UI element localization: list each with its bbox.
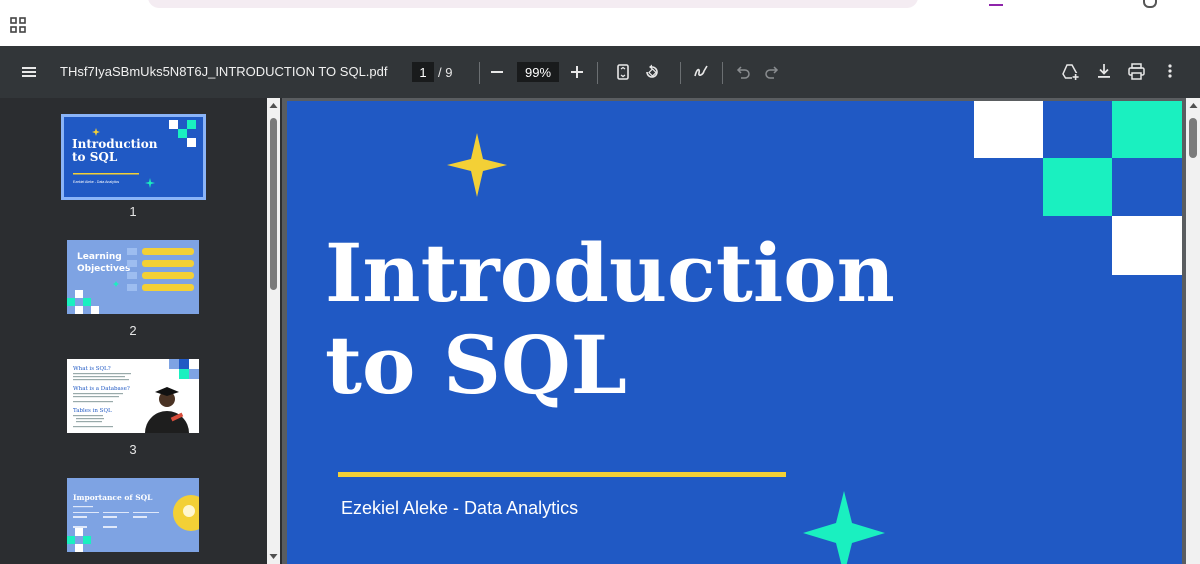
viewer-scrollbar[interactable]	[1186, 98, 1200, 564]
viewer-scrollbar-thumb[interactable]	[1189, 118, 1197, 158]
slide-title: Introduction to SQL	[325, 226, 895, 412]
pdf-toolbar: THsf7IyaSBmUks5N8T6J_INTRODUCTION TO SQL…	[0, 46, 1200, 98]
svg-text:What is SQL?: What is SQL?	[73, 366, 111, 372]
viewer-scroll-up-icon[interactable]	[1188, 100, 1199, 110]
download-icon[interactable]	[1095, 62, 1113, 80]
svg-text:Learning: Learning	[77, 252, 122, 262]
extension-indicator[interactable]	[989, 4, 1003, 6]
toolbar-divider	[722, 62, 723, 84]
svg-text:What is a Database?: What is a Database?	[73, 386, 130, 392]
thumbnail-number: 2	[129, 323, 137, 338]
page-count: / 9	[438, 65, 453, 80]
print-icon[interactable]	[1127, 62, 1146, 81]
svg-text:Importance of SQL: Importance of SQL	[73, 493, 153, 502]
slide-subtitle: Ezekiel Aleke - Data Analytics	[341, 498, 579, 518]
slide-page-1: Introduction to SQL Ezekiel Aleke - Data…	[287, 101, 1182, 564]
thumbnail-page-2[interactable]: Learning Objectives	[67, 240, 199, 314]
more-icon[interactable]	[1162, 62, 1178, 80]
svg-text:Introduction: Introduction	[72, 137, 158, 151]
toolbar-divider	[680, 62, 681, 84]
thumbnail-page-3[interactable]: What is SQL? What is a Database? Tables …	[67, 359, 199, 433]
profile-icon[interactable]	[1143, 0, 1157, 8]
menu-icon[interactable]	[20, 63, 38, 81]
svg-text:Tables in SQL: Tables in SQL	[73, 408, 112, 414]
thumbnail-page-4[interactable]: Importance of SQL	[67, 478, 199, 552]
redo-icon[interactable]	[764, 64, 780, 80]
toolbar-divider	[597, 62, 598, 84]
annotate-icon[interactable]	[692, 63, 710, 81]
fit-page-icon[interactable]	[614, 63, 632, 81]
scroll-up-arrow-icon[interactable]	[268, 100, 279, 110]
title-underline	[338, 472, 786, 477]
thumbnail-scrollbar-thumb[interactable]	[270, 118, 277, 290]
drive-add-icon[interactable]	[1060, 62, 1080, 82]
svg-text:Ezekiel Aleke - Data Analytics: Ezekiel Aleke - Data Analytics	[73, 180, 119, 184]
apps-grid-icon[interactable]	[10, 17, 26, 33]
thumbnail-page-1[interactable]: Introduction to SQL Ezekiel Aleke - Data…	[61, 114, 206, 200]
thumbnail-number: 1	[129, 204, 137, 219]
thumbnail-number: 3	[129, 442, 137, 457]
svg-text:Objectives: Objectives	[77, 264, 130, 274]
page-number-input[interactable]: 1	[412, 62, 434, 82]
zoom-in-icon[interactable]	[569, 64, 585, 80]
undo-icon[interactable]	[735, 64, 751, 80]
document-filename: THsf7IyaSBmUks5N8T6J_INTRODUCTION TO SQL…	[60, 64, 388, 79]
scroll-down-arrow-icon[interactable]	[268, 552, 279, 562]
address-bar[interactable]	[148, 0, 918, 8]
thumbnail-sidebar: Introduction to SQL Ezekiel Aleke - Data…	[0, 98, 282, 564]
browser-top-strip	[0, 0, 1200, 46]
svg-text:to SQL: to SQL	[72, 150, 118, 164]
zoom-out-icon[interactable]	[489, 64, 505, 80]
zoom-level-input[interactable]: 99%	[517, 62, 559, 82]
rotate-icon[interactable]	[643, 63, 661, 81]
toolbar-divider	[479, 62, 480, 84]
